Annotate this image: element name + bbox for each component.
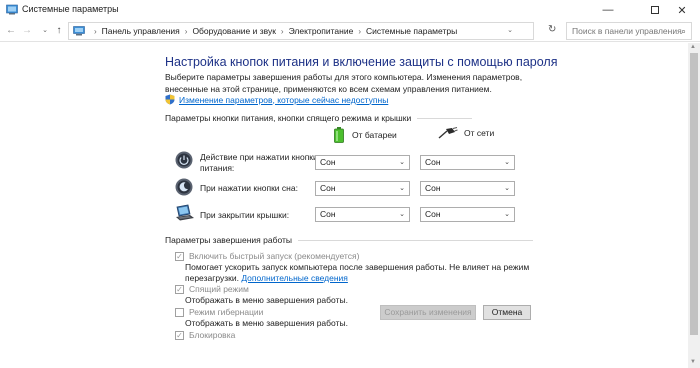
sleep-label: Спящий режим <box>189 284 249 294</box>
save-changes-button[interactable]: Сохранить изменения <box>380 305 476 320</box>
fast-startup-label: Включить быстрый запуск (рекомендуется) <box>189 251 360 261</box>
control-panel-icon <box>6 4 18 15</box>
sleep-checkbox[interactable]: ✓ <box>175 284 184 294</box>
breadcrumb-power-options[interactable]: Электропитание <box>289 26 354 36</box>
column-battery-label: От батареи <box>352 130 397 140</box>
cancel-button[interactable]: Отмена <box>483 305 531 320</box>
maximize-icon <box>651 6 659 14</box>
minimize-icon: — <box>602 4 614 16</box>
search-input[interactable]: Поиск в панели управления ⌕ <box>566 22 692 40</box>
battery-icon <box>334 127 344 143</box>
more-info-link[interactable]: Дополнительные сведения <box>241 273 348 283</box>
chevron-down-icon[interactable]: ⌄ <box>507 26 513 34</box>
fast-startup-option[interactable]: ✓ Включить быстрый запуск (рекомендуется… <box>175 251 359 261</box>
refresh-icon[interactable]: ↻ <box>548 24 556 35</box>
lid-close-plugged-select[interactable]: Сон ⌄ <box>420 207 515 222</box>
address-bar: ← → ⌄ ↑ › Панель управления › Оборудован… <box>0 20 700 42</box>
chevron-down-icon: ⌄ <box>399 185 405 192</box>
breadcrumb-control-panel[interactable]: Панель управления <box>102 26 180 36</box>
uac-shield-icon <box>165 94 175 105</box>
fast-startup-desc-line1: Помогает ускорить запуск компьютера посл… <box>185 262 530 272</box>
main-content: Настройка кнопок питания и включение защ… <box>0 43 688 368</box>
column-battery: От батареи <box>334 127 397 143</box>
sleep-option[interactable]: ✓ Спящий режим <box>175 284 249 294</box>
shutdown-section-title: Параметры завершения работы <box>165 235 292 245</box>
hibernate-description: Отображать в меню завершения работы. <box>185 318 348 328</box>
chevron-down-icon: ⌄ <box>399 159 405 166</box>
breadcrumb-hardware-sound[interactable]: Оборудование и звук <box>192 26 275 36</box>
fast-startup-description: Помогает ускорить запуск компьютера посл… <box>185 262 529 284</box>
page-description: Выберите параметры завершения работы для… <box>165 72 523 94</box>
sleep-button-battery-select[interactable]: Сон ⌄ <box>315 181 410 196</box>
close-icon: ✕ <box>677 4 687 17</box>
lid-close-label-text: При закрытии крышки: <box>200 210 290 220</box>
breadcrumb[interactable]: › Панель управления › Оборудование и зву… <box>68 22 534 40</box>
forward-button[interactable]: → <box>20 24 34 38</box>
select-value: Сон <box>320 209 336 219</box>
chevron-down-icon: ⌄ <box>504 211 510 218</box>
minimize-button[interactable]: — <box>590 0 626 20</box>
recent-locations-button[interactable]: ⌄ <box>38 24 52 38</box>
lock-label: Блокировка <box>189 330 236 340</box>
hibernate-option[interactable]: Режим гибернации <box>175 307 263 317</box>
chevron-down-icon: ⌄ <box>399 211 405 218</box>
breadcrumb-separator: › <box>184 26 188 36</box>
chevron-down-icon: ⌄ <box>504 159 510 166</box>
laptop-lid-icon <box>176 204 194 221</box>
page-title: Настройка кнопок питания и включение защ… <box>165 55 558 69</box>
control-panel-icon <box>73 26 85 36</box>
divider <box>298 239 533 241</box>
buttons-section-title: Параметры кнопки питания, кнопки спящего… <box>165 113 412 123</box>
lid-close-battery-select[interactable]: Сон ⌄ <box>315 207 410 222</box>
breadcrumb-system-settings[interactable]: Системные параметры <box>366 26 457 36</box>
change-settings-link-row[interactable]: Изменение параметров, которые сейчас нед… <box>165 94 388 105</box>
search-placeholder: Поиск в панели управления <box>572 26 682 36</box>
sleep-description: Отображать в меню завершения работы. <box>185 295 348 305</box>
power-button-label-line2: питания: <box>200 163 235 173</box>
column-plugged: От сети <box>438 127 494 139</box>
vertical-scrollbar[interactable]: ▲ ▼ <box>688 43 700 368</box>
breadcrumb-separator: › <box>94 26 97 36</box>
fast-startup-checkbox[interactable]: ✓ <box>175 251 184 261</box>
scroll-up-icon[interactable]: ▲ <box>690 44 696 50</box>
select-value: Сон <box>320 157 336 167</box>
window-title: Системные параметры <box>22 4 119 14</box>
lock-checkbox[interactable]: ✓ <box>175 330 184 340</box>
power-button-label: Действие при нажатии кнопки питания: <box>200 152 318 174</box>
shutdown-section-header: Параметры завершения работы <box>165 235 533 245</box>
change-settings-link[interactable]: Изменение параметров, которые сейчас нед… <box>179 95 388 105</box>
up-button[interactable]: ↑ <box>52 24 66 38</box>
divider <box>417 117 473 119</box>
close-button[interactable]: ✕ <box>664 0 700 20</box>
hibernate-label: Режим гибернации <box>189 307 264 317</box>
scroll-down-icon[interactable]: ▼ <box>690 359 696 365</box>
sleep-button-label-text: При нажатии кнопки сна: <box>200 183 298 193</box>
power-plug-icon <box>438 127 458 139</box>
sleep-button-plugged-select[interactable]: Сон ⌄ <box>420 181 515 196</box>
select-value: Сон <box>425 183 441 193</box>
breadcrumb-separator: › <box>280 26 284 36</box>
hibernate-checkbox[interactable] <box>175 307 184 317</box>
select-value: Сон <box>425 157 441 167</box>
search-icon: ⌕ <box>680 26 686 36</box>
buttons-section-header: Параметры кнопки питания, кнопки спящего… <box>165 113 473 123</box>
breadcrumb-separator: › <box>358 26 361 36</box>
power-button-label-line1: Действие при нажатии кнопки <box>200 152 318 162</box>
select-value: Сон <box>320 183 336 193</box>
title-bar: Системные параметры — ✕ <box>0 0 700 20</box>
select-value: Сон <box>425 209 441 219</box>
sleep-button-icon <box>175 178 193 196</box>
scrollbar-thumb[interactable] <box>690 53 698 335</box>
sleep-button-label: При нажатии кнопки сна: <box>200 183 298 194</box>
lock-option[interactable]: ✓ Блокировка <box>175 330 235 340</box>
power-button-icon <box>175 151 193 169</box>
power-button-plugged-select[interactable]: Сон ⌄ <box>420 155 515 170</box>
chevron-down-icon: ⌄ <box>504 185 510 192</box>
power-button-battery-select[interactable]: Сон ⌄ <box>315 155 410 170</box>
fast-startup-desc-line2: перезагрузки. <box>185 273 239 283</box>
lid-close-label: При закрытии крышки: <box>200 210 289 221</box>
column-plugged-label: От сети <box>464 128 495 138</box>
back-button[interactable]: ← <box>4 24 18 38</box>
